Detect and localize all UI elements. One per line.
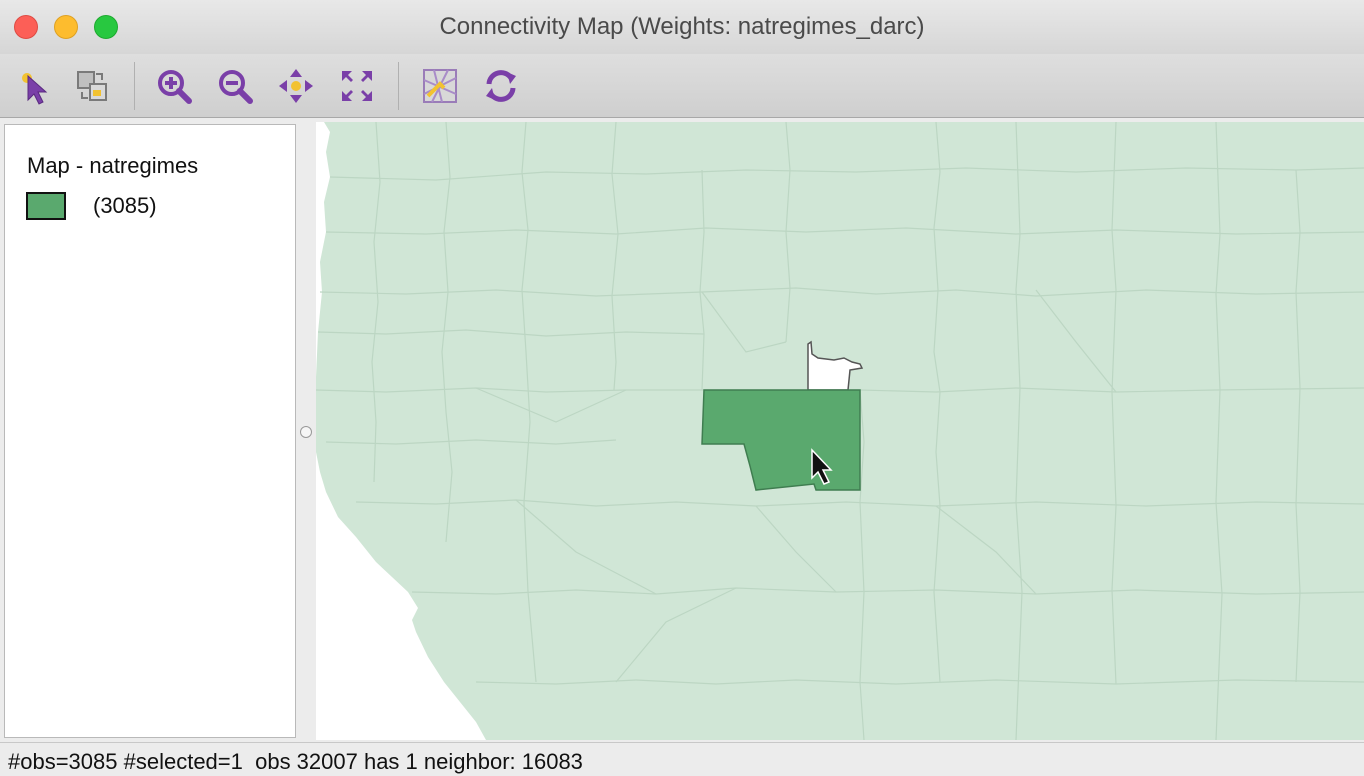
connectivity-map-window: Connectivity Map (Weights: natregimes_da…: [0, 0, 1364, 776]
refresh-button[interactable]: [479, 64, 523, 108]
zoom-out-button[interactable]: [213, 64, 257, 108]
title-bar[interactable]: Connectivity Map (Weights: natregimes_da…: [0, 0, 1364, 54]
legend-title: Map - natregimes: [27, 153, 199, 178]
refresh-icon: [486, 70, 516, 102]
window-title: Connectivity Map (Weights: natregimes_da…: [439, 13, 925, 40]
legend-panel: Map - natregimes (3085): [4, 124, 296, 738]
map-svg[interactable]: [316, 122, 1364, 740]
splitter-handle[interactable]: [300, 426, 312, 438]
zoom-out-icon: [219, 70, 253, 104]
toolbar-separator: [398, 62, 399, 110]
pan-button[interactable]: [274, 64, 318, 108]
legend-swatch[interactable]: [26, 192, 66, 220]
fit-to-window-icon: [342, 71, 372, 101]
selection-mode-icon: [77, 71, 107, 101]
toolbar-separator: [134, 62, 135, 110]
status-bar: #obs=3085 #selected=1 obs 32007 has 1 ne…: [0, 742, 1364, 776]
basemap-button[interactable]: [418, 64, 462, 108]
panel-splitter[interactable]: [297, 122, 315, 740]
select-tool-button[interactable]: [12, 64, 56, 108]
fit-to-window-button[interactable]: [335, 64, 379, 108]
map-canvas[interactable]: [316, 122, 1364, 740]
toolbar: [0, 54, 1364, 118]
zoom-in-button[interactable]: [152, 64, 196, 108]
selection-mode-button[interactable]: [70, 64, 114, 108]
status-text: #obs=3085 #selected=1 obs 32007 has 1 ne…: [8, 749, 583, 774]
zoom-in-icon: [158, 70, 192, 104]
basemap-icon: [423, 69, 457, 103]
legend-item-label: (3085): [93, 193, 157, 218]
pan-icon: [279, 69, 313, 103]
select-arrow-icon: [22, 73, 48, 105]
